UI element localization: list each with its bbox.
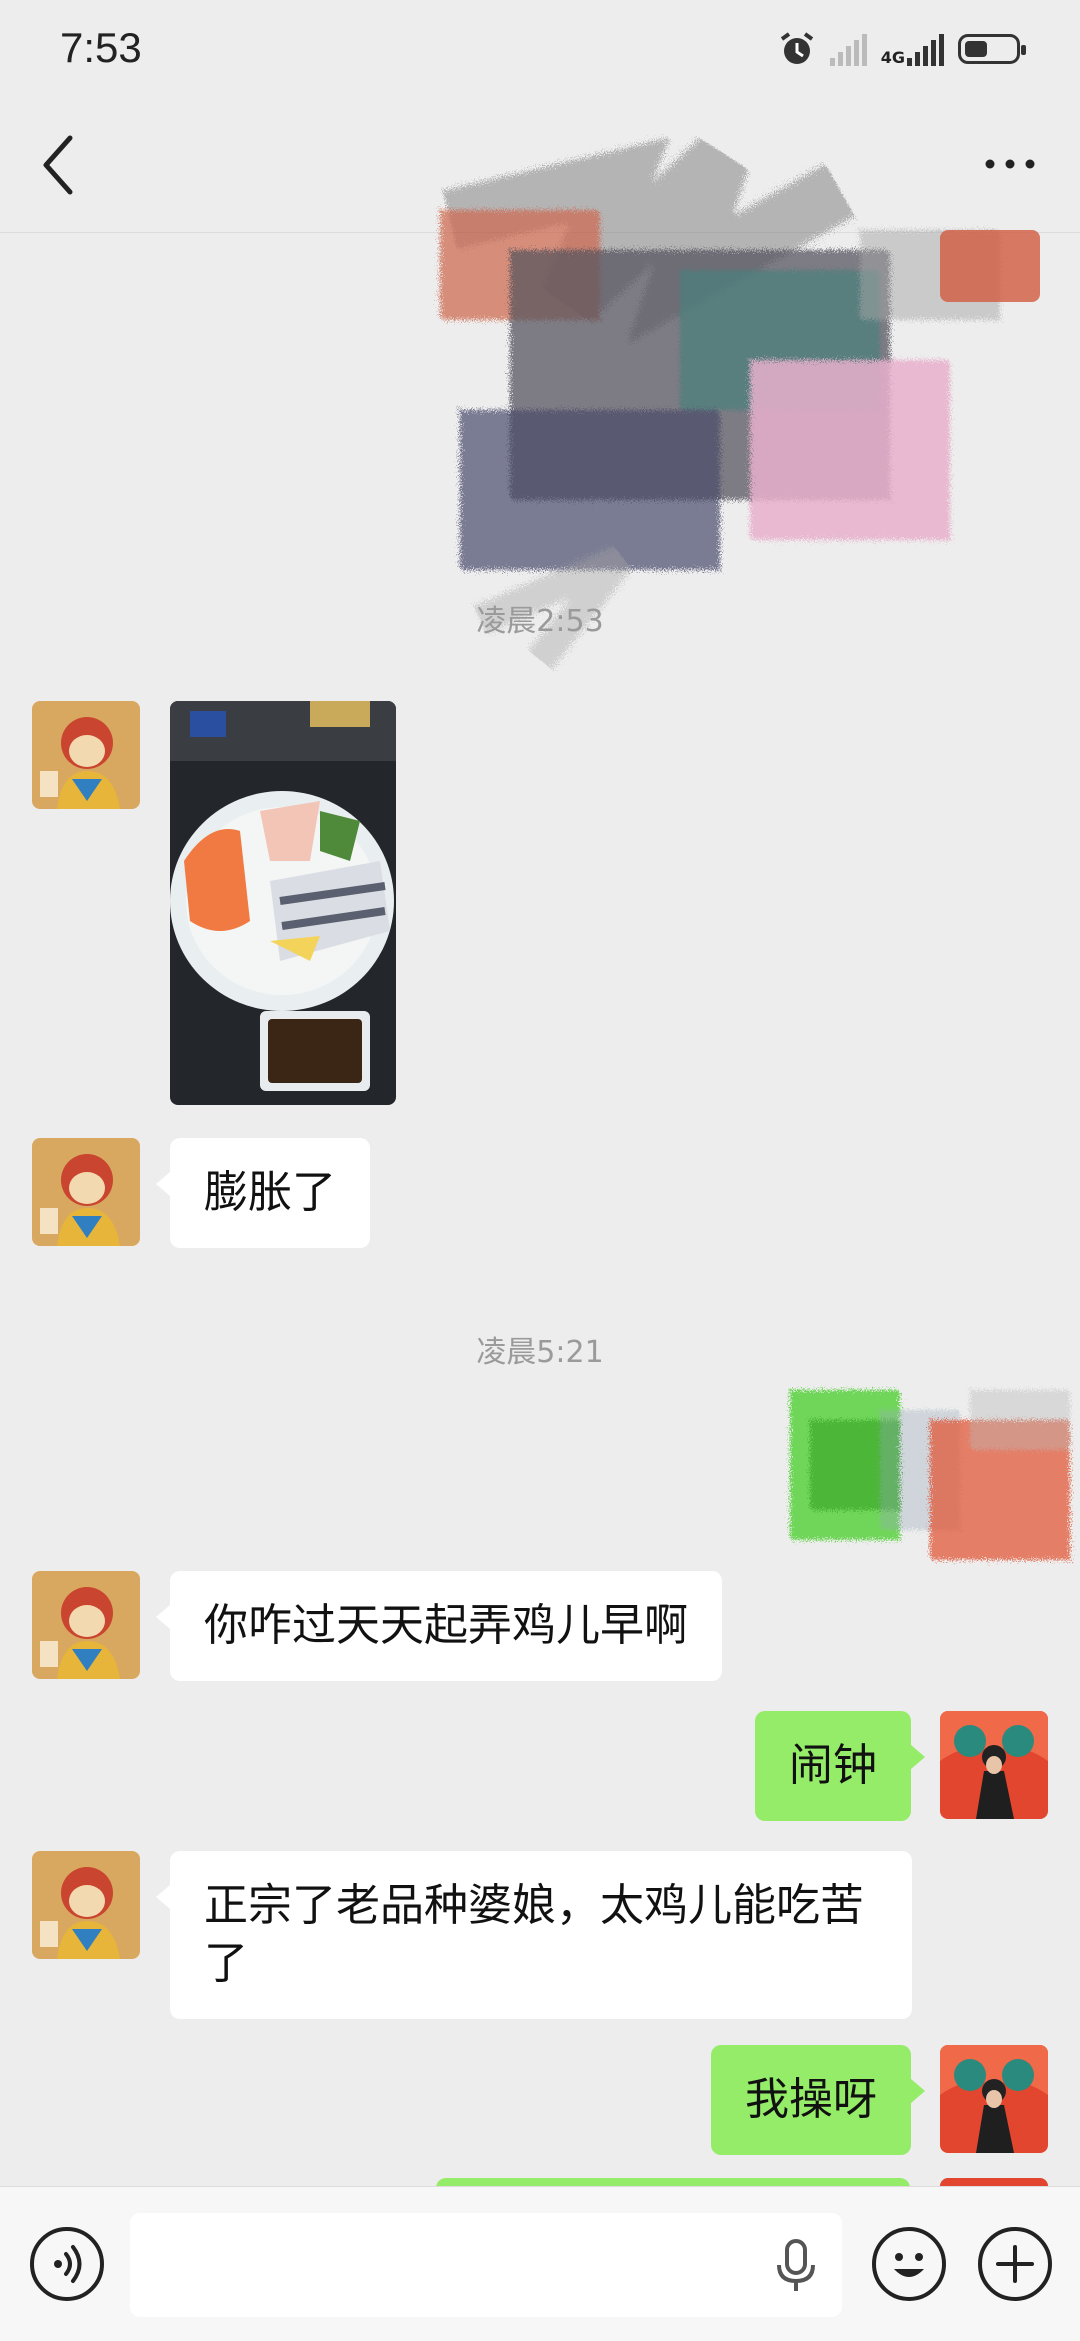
network-indicator: 4G [881,32,944,66]
censored-sticker-scribble [790,1390,1070,1560]
avatar[interactable] [32,1851,140,1959]
alarm-icon [780,32,813,64]
status-icons: 4G [778,30,1026,68]
input-bar [0,2186,1080,2341]
avatar[interactable] [32,1571,140,1679]
plus-icon[interactable] [978,2227,1052,2301]
emoji-icon[interactable] [872,2227,946,2301]
message-bubble[interactable]: 膨胀了 [156,1138,370,1248]
message-bubble[interactable]: 正宗了老品种婆娘，太鸡儿能吃苦了 [156,1851,912,2019]
message-input[interactable] [130,2213,842,2317]
signal-off-icon [829,32,867,66]
avatar[interactable] [940,1711,1048,1819]
message-bubble[interactable]: 你咋过天天起弄鸡儿早啊 [156,1571,722,1681]
voice-icon[interactable] [30,2227,104,2301]
status-time: 7:53 [60,24,142,71]
food-photo[interactable] [170,701,396,1105]
microphone-icon[interactable] [774,2239,818,2293]
avatar[interactable] [940,2045,1048,2153]
battery-icon [958,34,1026,64]
time-label: 凌晨5:21 [476,1335,604,1370]
avatar[interactable] [32,1138,140,1246]
message-bubble[interactable]: 闹钟 [755,1711,925,1821]
network-type: 4G [880,48,905,67]
avatar[interactable] [32,701,140,809]
signal-icon [907,32,944,66]
chevron-left-icon[interactable] [34,130,84,200]
time-label: 凌晨2:53 [476,604,604,639]
message-bubble[interactable]: 我操呀 [711,2045,925,2155]
status-bar: 7:53 4G [0,0,1080,100]
